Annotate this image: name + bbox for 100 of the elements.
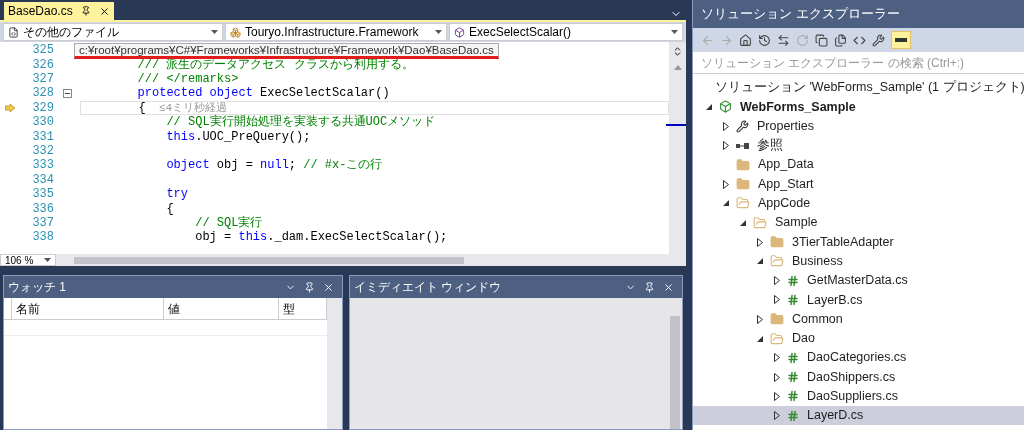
folder-icon [736,157,750,172]
open-folder-icon [753,215,767,230]
panel-title: ソリューション エクスプローラー [701,5,900,24]
collapsed-arrow-icon[interactable] [723,141,729,151]
line-number: 334 [31,171,54,188]
collapse-all-icon[interactable] [815,33,828,47]
collapsed-arrow-icon[interactable] [757,314,763,324]
dropdown-caret-icon[interactable] [671,30,678,34]
tree-item-label: DaoCategories.cs [807,349,907,367]
collapsed-arrow-icon[interactable] [774,353,780,363]
line-number: 328 [31,85,54,102]
expanded-arrow-icon[interactable] [723,200,729,207]
tree-item-label: 3TierTableAdapter [792,233,894,251]
line-number: 332 [31,142,54,159]
code-line: /// 派生のデータアクセス クラスから利用する。 [136,56,414,73]
path-tooltip: c:¥root¥programs¥C#¥Frameworks¥Infrastructure¥Framework¥Dao¥BaseDao.cs [74,43,499,59]
collapsed-arrow-icon[interactable] [774,391,780,401]
tree-item[interactable]: Business [693,251,1024,271]
line-number: 335 [31,186,54,203]
line-number: 333 [31,157,54,174]
tree-item-label: LayerB.cs [807,291,863,309]
web-project-icon [719,100,732,114]
line-number: 336 [31,200,54,217]
vertical-scrollbar[interactable] [327,298,342,429]
code-line: { ≤4ミリ秒経過 [137,99,228,115]
home-icon[interactable] [739,33,752,47]
scrollbar-thumb[interactable] [670,316,680,429]
tree-item[interactable]: LayerB.cs [693,290,1024,310]
collapsed-arrow-icon[interactable] [774,411,780,421]
dropdown-caret-icon[interactable] [435,30,442,34]
pin-icon[interactable] [644,281,655,293]
tree-item[interactable]: DaoSuppliers.cs [693,386,1024,407]
pin-icon[interactable] [80,6,91,16]
tree-item[interactable]: Common [693,309,1024,329]
panel-title: ウォッチ 1 [8,279,66,296]
tree-item-label: Properties [757,117,814,135]
namespace-dropdown[interactable]: Touryo.Infrastructure.Framework [225,23,447,41]
tree-item-label: WebForms_Sample [740,98,856,116]
csharp-file-icon [787,409,799,422]
history-icon[interactable] [758,33,771,47]
tree-item-label: GetMasterData.cs [807,272,908,290]
split-icon[interactable] [672,46,683,57]
collapsed-arrow-icon[interactable] [757,237,763,247]
tree-item[interactable]: Sample [693,213,1024,233]
dropdown-caret-icon[interactable] [44,258,51,262]
code-line: // SQL実行 [194,214,263,231]
line-number: 338 [31,229,54,247]
code-line: // SQL実行開始処理を実装する共通UOCメソッド [165,114,436,131]
expanded-arrow-icon[interactable] [740,219,746,226]
tree-item[interactable]: App_Start [693,174,1024,194]
collapsed-arrow-icon[interactable] [774,276,780,286]
pin-icon[interactable] [304,281,315,293]
tree-item-label: AppCode [758,195,811,213]
vertical-scrollbar[interactable] [669,42,686,254]
csharp-file-icon [787,293,799,306]
tree-item[interactable]: WebForms_Sample [693,97,1024,117]
line-number: 330 [31,114,54,131]
close-icon[interactable] [98,5,110,17]
line-number: 325 [31,42,54,59]
tree-item[interactable]: Properties [693,116,1024,136]
file-dropdown[interactable]: その他のファイル [3,23,223,41]
tree-item[interactable]: DaoCategories.cs [693,348,1024,368]
tree-item-label: DaoSuppliers.cs [807,388,898,405]
tree-item[interactable]: 参照 [693,135,1024,156]
code-line: this.UOC_PreQuery(); [165,128,311,146]
show-all-files-icon[interactable] [834,33,847,47]
expanded-arrow-icon[interactable] [757,258,763,265]
collapsed-arrow-icon[interactable] [774,295,780,305]
document-tab[interactable]: BaseDao.cs [4,2,114,20]
tree-item[interactable]: GetMasterData.cs [693,270,1024,291]
preview-toggle[interactable] [891,31,911,49]
sync-icon[interactable] [777,33,790,47]
line-number: 327 [31,71,54,87]
collapse-icon[interactable] [62,88,72,98]
folder-icon [770,312,784,327]
tree-item[interactable]: Dao [693,328,1024,349]
dropdown-caret-icon[interactable] [211,30,218,34]
collapsed-arrow-icon[interactable] [774,372,780,382]
member-dropdown[interactable]: ExecSelectScalar() [449,23,683,41]
column-header[interactable]: 名前 [12,298,164,319]
tree-item[interactable]: App_Data [693,155,1024,175]
horizontal-scrollbar-thumb[interactable] [74,256,464,264]
line-number: 337 [31,214,54,231]
tree-item[interactable]: DaoShippers.cs [693,367,1024,387]
expanded-arrow-icon[interactable] [706,103,712,110]
tree-item[interactable]: LayerD.cs [693,406,1024,426]
wrench-icon [736,119,749,133]
tree-item[interactable]: ソリューション 'WebForms_Sample' (1 プロジェクト) [693,78,1024,98]
tree-item-label: LayerD.cs [807,407,864,425]
tree-item[interactable]: 3TierTableAdapter [693,232,1024,252]
zoom-dropdown[interactable]: 106 % [0,254,56,266]
collapsed-arrow-icon[interactable] [723,179,729,189]
expanded-arrow-icon[interactable] [757,335,763,342]
wrench-icon[interactable] [872,33,885,47]
collapsed-arrow-icon[interactable] [723,121,729,131]
tree-item[interactable]: AppCode [693,193,1024,214]
tree-item-label: Business [792,252,843,270]
code-line: obj = this._dam.ExecSelectScalar(); [194,229,448,247]
column-header[interactable]: 値 [164,298,279,319]
change-marker [665,124,686,126]
